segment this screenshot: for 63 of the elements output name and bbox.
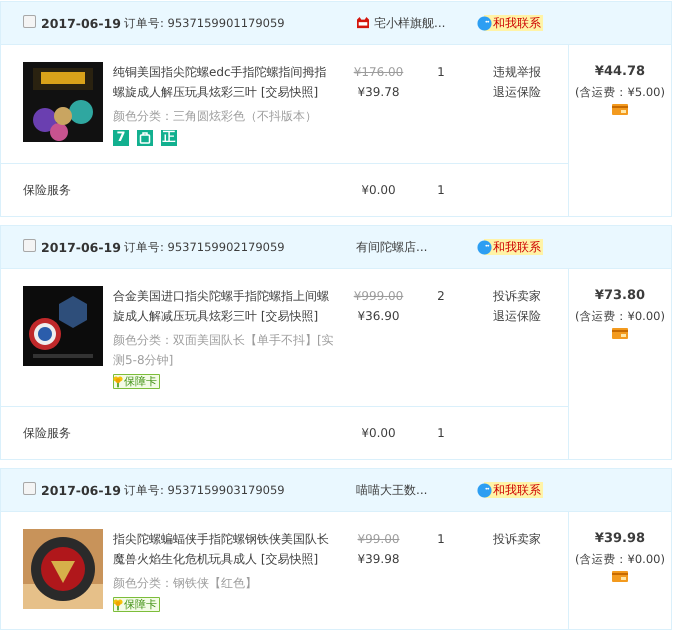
order-date: 2017-06-19 (41, 240, 122, 254)
chat-bubble-icon (477, 240, 492, 254)
chat-bubble-icon (477, 16, 492, 30)
product-spec: 颜色分类：三角圆炫彩色（不抖版本） (113, 108, 318, 125)
product-spec: 颜色分类：钢铁侠【红色】 (113, 575, 258, 592)
order-total: ¥44.78 (594, 63, 646, 81)
quantity: 2 (436, 288, 446, 305)
order-total: ¥39.98 (594, 530, 646, 548)
action-link[interactable]: 退运保险 (493, 306, 541, 326)
original-price: ¥176.00 (352, 64, 404, 81)
action-link[interactable]: 投诉卖家 (493, 529, 541, 549)
snapshot-link[interactable]: [交易快照] (260, 309, 318, 323)
flower-icon (113, 598, 123, 611)
unit-price: ¥36.90 (356, 308, 400, 325)
shipping-fee: (含运费：¥5.00) (575, 84, 665, 101)
order-number: 订单号: 9537159903179059 (124, 482, 286, 498)
bag-icon (137, 130, 153, 146)
order-total: ¥73.80 (594, 287, 646, 305)
card-icon (612, 328, 628, 339)
card-icon (612, 104, 628, 115)
unit-price: ¥39.98 (356, 551, 400, 568)
order-number: 订单号: 9537159902179059 (124, 240, 286, 254)
action-link[interactable]: 违规举报 (493, 62, 541, 82)
service-badge: 正 (161, 130, 177, 146)
shop-link[interactable]: 有间陀螺店... (356, 238, 428, 256)
contact-seller-button[interactable]: 和我联系 (477, 482, 543, 498)
action-link[interactable]: 投诉卖家 (493, 286, 541, 306)
shipping-fee: (含运费：¥0.00) (575, 551, 665, 568)
guarantee-card-badge: 保障卡 (113, 374, 160, 389)
checkbox[interactable] (23, 482, 36, 494)
guarantee-card-badge: 保障卡 (113, 597, 160, 612)
chat-bubble-icon (477, 482, 492, 498)
product-title[interactable]: 纯铜美国指尖陀螺edc手指陀螺指间拇指螺旋成人解压玩具炫彩三叶 [交易快照] (113, 62, 335, 102)
original-price: ¥99.00 (356, 531, 400, 548)
service-name: 保险服务 (23, 424, 72, 442)
product-title[interactable]: 合金美国进口指尖陀螺手指陀螺指上间螺旋成人解减压玩具炫彩三叶 [交易快照] (113, 286, 335, 326)
checkbox[interactable] (23, 238, 36, 252)
quantity: 1 (436, 426, 446, 440)
flower-icon (113, 375, 123, 388)
contact-seller-button[interactable]: 和我联系 (477, 15, 543, 31)
quantity: 1 (436, 531, 446, 548)
service-name: 保险服务 (23, 182, 72, 198)
order-date: 2017-06-19 (41, 16, 122, 30)
contact-seller-button[interactable]: 和我联系 (477, 239, 543, 255)
shop-link[interactable]: 宅小样旗舰... (374, 14, 446, 32)
shop-link[interactable]: 喵喵大王数... (356, 482, 428, 498)
checkbox[interactable] (23, 14, 36, 28)
product-spec: 颜色分类：双面美国队长【单手不抖】[实测5-8分钟] (113, 332, 335, 369)
product-title[interactable]: 指尖陀螺蝙蝠侠手指陀螺钢铁侠美国队长魔兽火焰生化危机玩具成人 [交易快照] (113, 529, 335, 569)
service-price: ¥0.00 (360, 183, 397, 197)
quantity: 1 (436, 64, 446, 81)
order-number: 订单号: 9537159901179059 (124, 16, 286, 30)
snapshot-link[interactable]: [交易快照] (260, 85, 318, 99)
service-price: ¥0.00 (360, 426, 397, 440)
original-price: ¥999.00 (352, 288, 404, 305)
shipping-fee: (含运费：¥0.00) (575, 308, 665, 325)
snapshot-link[interactable]: [交易快照] (260, 552, 318, 566)
service-badge: 7 (113, 130, 129, 146)
order-date: 2017-06-19 (41, 482, 122, 498)
action-link[interactable]: 退运保险 (493, 82, 541, 102)
unit-price: ¥39.78 (356, 84, 400, 101)
card-icon (612, 571, 628, 582)
quantity: 1 (436, 183, 446, 197)
